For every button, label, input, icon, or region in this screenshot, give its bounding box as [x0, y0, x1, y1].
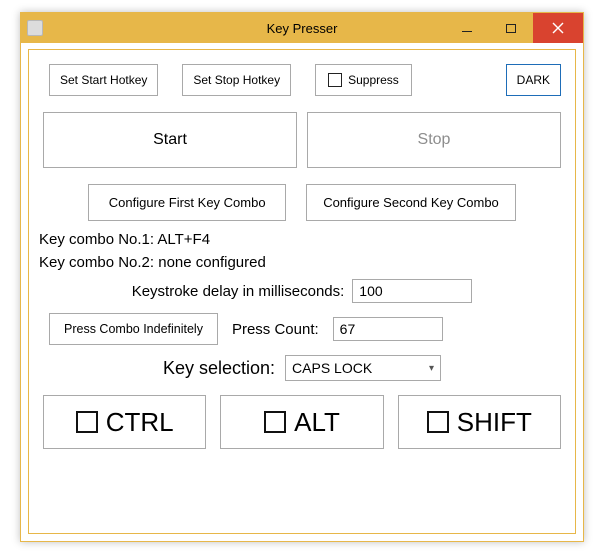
close-icon — [552, 22, 564, 34]
start-button[interactable]: Start — [43, 112, 297, 168]
alt-checkbox-icon — [264, 411, 286, 433]
ctrl-checkbox-icon — [76, 411, 98, 433]
suppress-label: Suppress — [348, 73, 399, 87]
key-selection-dropdown[interactable]: CAPS LOCK ▾ — [285, 355, 441, 381]
client-area: Set Start Hotkey Set Stop Hotkey Suppres… — [28, 49, 576, 534]
suppress-toggle[interactable]: Suppress — [315, 64, 412, 96]
ctrl-modifier-toggle[interactable]: CTRL — [43, 395, 206, 449]
configure-first-combo-button[interactable]: Configure First Key Combo — [88, 184, 286, 221]
configure-second-combo-button[interactable]: Configure Second Key Combo — [306, 184, 516, 221]
set-start-hotkey-button[interactable]: Set Start Hotkey — [49, 64, 158, 96]
app-icon — [27, 20, 43, 36]
stop-button[interactable]: Stop — [307, 112, 561, 168]
app-window: Key Presser Set Start Hotkey Set Stop Ho… — [20, 12, 584, 542]
minimize-button[interactable] — [445, 13, 489, 43]
combo2-status-label: Key combo No.2: none configured — [39, 254, 561, 271]
chevron-down-icon: ▾ — [429, 363, 434, 374]
press-indefinitely-button[interactable]: Press Combo Indefinitely — [49, 313, 218, 345]
shift-checkbox-icon — [427, 411, 449, 433]
shift-modifier-toggle[interactable]: SHIFT — [398, 395, 561, 449]
suppress-checkbox-icon — [328, 73, 342, 87]
delay-input[interactable] — [352, 279, 472, 303]
shift-label: SHIFT — [457, 407, 532, 438]
key-selection-value: CAPS LOCK — [292, 360, 372, 376]
close-button[interactable] — [533, 13, 583, 43]
combo1-status-label: Key combo No.1: ALT+F4 — [39, 231, 561, 248]
key-selection-label: Key selection: — [163, 358, 275, 379]
window-buttons — [445, 13, 583, 43]
ctrl-label: CTRL — [106, 407, 174, 438]
alt-modifier-toggle[interactable]: ALT — [220, 395, 383, 449]
dark-mode-button[interactable]: DARK — [506, 64, 561, 96]
delay-label: Keystroke delay in milliseconds: — [132, 283, 345, 300]
alt-label: ALT — [294, 407, 340, 438]
maximize-button[interactable] — [489, 13, 533, 43]
press-count-input[interactable] — [333, 317, 443, 341]
titlebar[interactable]: Key Presser — [21, 13, 583, 43]
set-stop-hotkey-button[interactable]: Set Stop Hotkey — [182, 64, 291, 96]
press-count-label: Press Count: — [232, 321, 319, 338]
